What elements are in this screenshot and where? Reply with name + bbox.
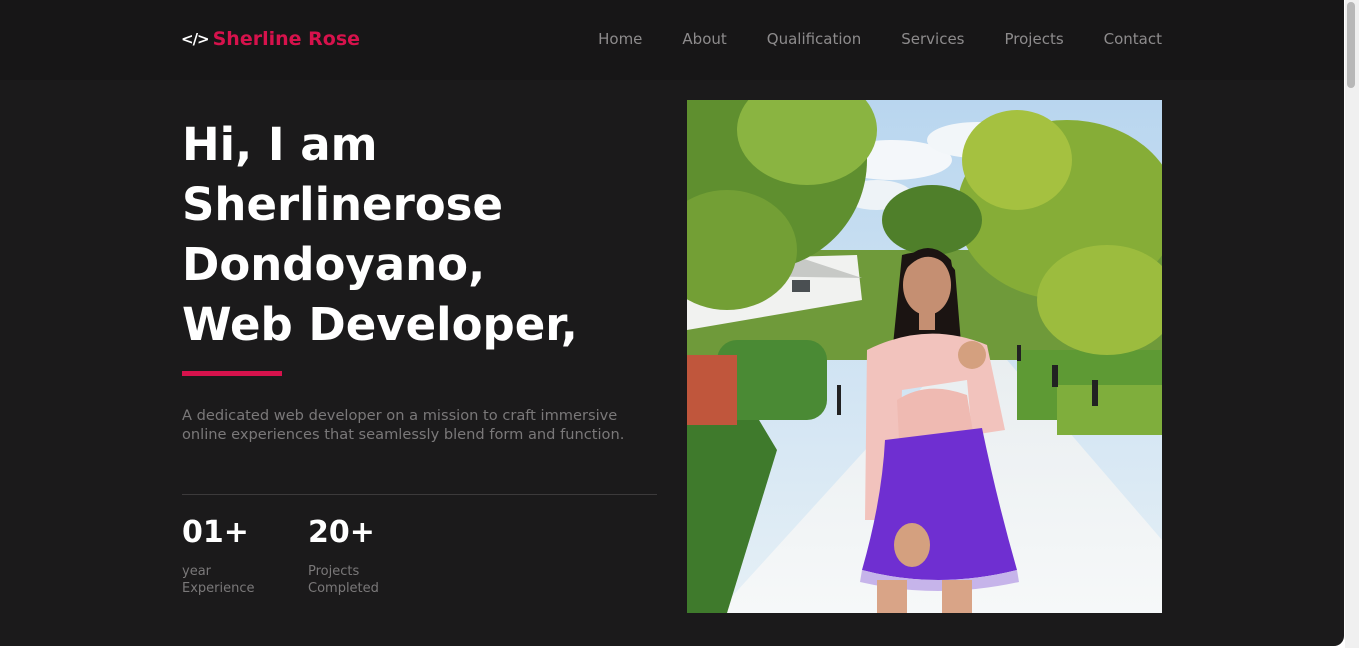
nav-link-qualification[interactable]: Qualification [767, 30, 861, 48]
code-icon: </> [181, 30, 210, 48]
stat-label-line: Experience [182, 581, 255, 596]
hero-title-line: Hi, I am [182, 118, 378, 171]
logo[interactable]: </> Sherline Rose [181, 28, 360, 50]
profile-photo [687, 100, 1162, 613]
nav-link-about[interactable]: About [682, 30, 726, 48]
scrollbar[interactable] [1345, 0, 1359, 648]
page: </> Sherline Rose Home About Qualificati… [0, 0, 1344, 646]
hero-title-line: Web Developer, [182, 298, 578, 351]
stat-label: year Experience [182, 563, 255, 597]
nav-link-services[interactable]: Services [901, 30, 964, 48]
stat-label: Projects Completed [308, 563, 379, 597]
divider [182, 494, 657, 495]
hero-description: A dedicated web developer on a mission t… [182, 407, 625, 443]
nav-link-contact[interactable]: Contact [1104, 30, 1162, 48]
stat-value: 20+ [308, 515, 375, 550]
nav-links: Home About Qualification Services Projec… [598, 30, 1162, 48]
stat-label-line: Projects [308, 564, 360, 579]
stat-value: 01+ [182, 515, 249, 550]
stat-label-line: Completed [308, 581, 379, 596]
nav-link-home[interactable]: Home [598, 30, 642, 48]
stat-projects: 20+ Projects Completed [308, 515, 379, 597]
stat-experience: 01+ year Experience [182, 515, 255, 597]
navbar: </> Sherline Rose Home About Qualificati… [0, 0, 1344, 80]
accent-underline [182, 371, 282, 376]
scrollbar-thumb[interactable] [1347, 2, 1355, 88]
hero-title-line: Sherlinerose [182, 178, 503, 231]
brand-name: Sherline Rose [212, 28, 361, 50]
hero-title-line: Dondoyano, [182, 238, 486, 291]
hero-title: Hi, I am Sherlinerose Dondoyano, Web Dev… [182, 115, 578, 355]
stat-label-line: year [182, 564, 212, 579]
nav-link-projects[interactable]: Projects [1005, 30, 1064, 48]
